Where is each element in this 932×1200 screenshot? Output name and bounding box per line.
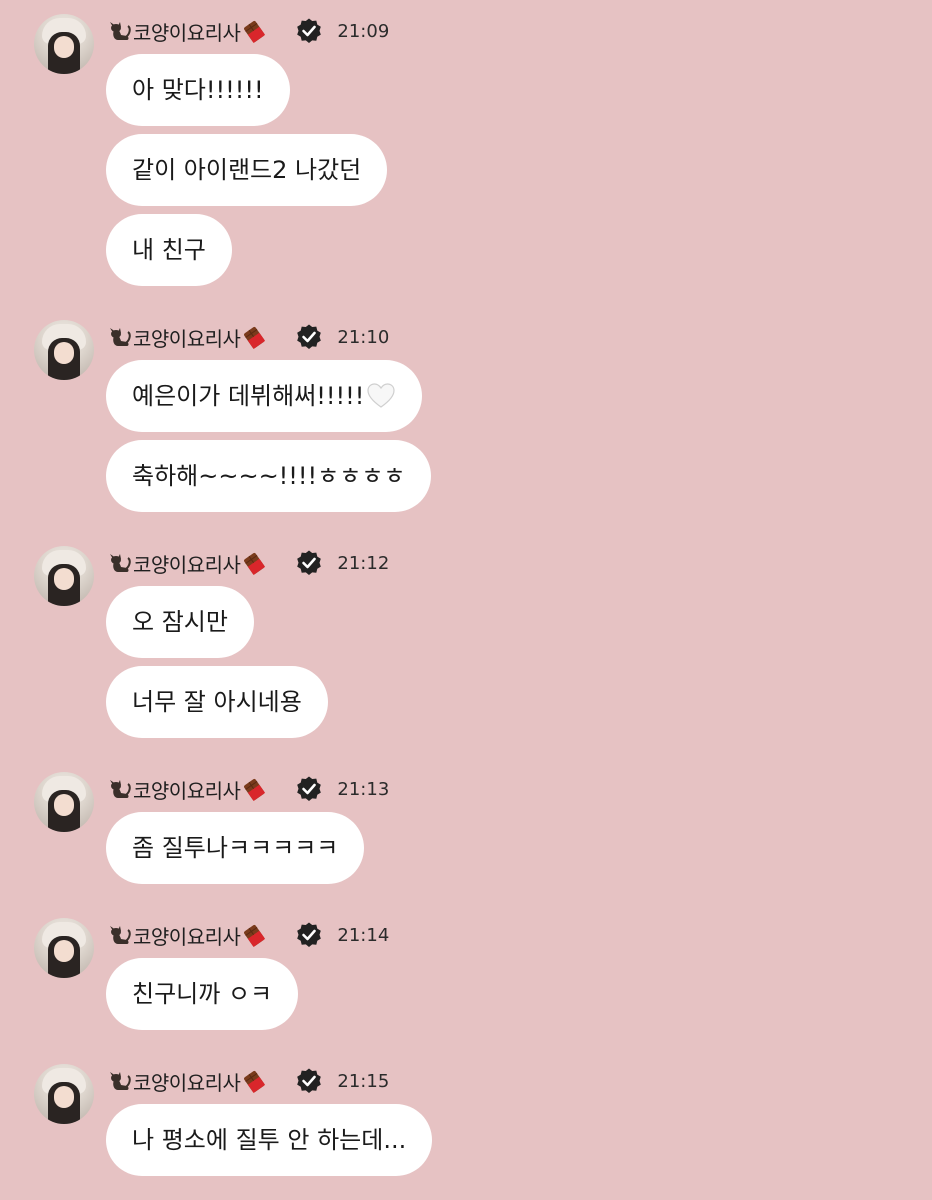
- verified-check-icon: [297, 18, 322, 43]
- sender-name-text: 코양이요리사: [133, 924, 241, 949]
- message-header: 코양이요리사 21:10: [106, 322, 389, 352]
- avatar[interactable]: [34, 918, 94, 978]
- message-bubble[interactable]: 아 맞다!!!!!!: [106, 54, 290, 126]
- message-header: 코양이요리사 21:13: [106, 774, 389, 804]
- chocolate-bar-icon: [244, 326, 266, 349]
- chat-thread: 코양이요리사 21:09 아 맞다!!!!!! 같이 아이랜드2 나갔던 내 친…: [0, 0, 932, 1200]
- message-time: 21:09: [337, 20, 390, 42]
- message-bubble[interactable]: 내 친구: [106, 214, 232, 286]
- avatar[interactable]: [34, 320, 94, 380]
- black-cat-icon: [110, 780, 131, 798]
- message-time: 21:15: [337, 1070, 390, 1092]
- message-bubble[interactable]: 예은이가 데뷔해써!!!!!: [106, 360, 423, 432]
- chocolate-bar-icon: [244, 1070, 266, 1093]
- sender-name-text: 코양이요리사: [133, 20, 241, 45]
- verified-check-icon: [297, 550, 322, 575]
- sender-name-text: 코양이요리사: [133, 1070, 241, 1095]
- sender-name[interactable]: 코양이요리사: [106, 775, 269, 804]
- sender-name-text: 코양이요리사: [133, 326, 241, 351]
- message-bubble[interactable]: 오 잠시만: [106, 586, 254, 658]
- avatar[interactable]: [34, 546, 94, 606]
- message-header: 코양이요리사 21:15: [106, 1066, 389, 1096]
- sender-name[interactable]: 코양이요리사: [106, 921, 269, 950]
- sender-name[interactable]: 코양이요리사: [106, 1067, 269, 1096]
- message-text: 예은이가 데뷔해써!!!!!: [132, 382, 365, 410]
- message-bubble[interactable]: 좀 질투나ㅋㅋㅋㅋㅋ: [106, 812, 365, 884]
- avatar[interactable]: [34, 772, 94, 832]
- sender-name[interactable]: 코양이요리사: [106, 17, 269, 46]
- chocolate-bar-icon: [244, 552, 266, 575]
- black-cat-icon: [110, 1072, 131, 1090]
- black-cat-icon: [110, 328, 131, 346]
- black-cat-icon: [110, 554, 131, 572]
- message-time: 21:14: [337, 924, 390, 946]
- black-cat-icon: [110, 22, 131, 40]
- message-bubble[interactable]: 너무 잘 아시네용: [106, 666, 328, 738]
- sender-name[interactable]: 코양이요리사: [106, 323, 269, 352]
- message-bubble[interactable]: 친구니까 ㅇㅋ: [106, 958, 299, 1030]
- white-heart-icon: [367, 383, 395, 408]
- message-header: 코양이요리사 21:12: [106, 548, 389, 578]
- message-time: 21:10: [337, 326, 390, 348]
- chocolate-bar-icon: [244, 778, 266, 801]
- message-bubble[interactable]: 나 평소에 질투 안 하는데...: [106, 1104, 433, 1176]
- verified-check-icon: [297, 922, 322, 947]
- chocolate-bar-icon: [244, 924, 266, 947]
- chocolate-bar-icon: [244, 20, 266, 43]
- avatar[interactable]: [34, 14, 94, 74]
- message-header: 코양이요리사 21:09: [106, 16, 389, 46]
- sender-name[interactable]: 코양이요리사: [106, 549, 269, 578]
- verified-check-icon: [297, 776, 322, 801]
- verified-check-icon: [297, 1068, 322, 1093]
- message-time: 21:13: [337, 778, 390, 800]
- message-time: 21:12: [337, 552, 390, 574]
- verified-check-icon: [297, 324, 322, 349]
- sender-name-text: 코양이요리사: [133, 778, 241, 803]
- message-header: 코양이요리사 21:14: [106, 920, 389, 950]
- avatar[interactable]: [34, 1064, 94, 1124]
- message-bubble[interactable]: 같이 아이랜드2 나갔던: [106, 134, 388, 206]
- sender-name-text: 코양이요리사: [133, 552, 241, 577]
- black-cat-icon: [110, 926, 131, 944]
- message-bubble[interactable]: 축하해~~~~!!!!ㅎㅎㅎㅎ: [106, 440, 432, 512]
